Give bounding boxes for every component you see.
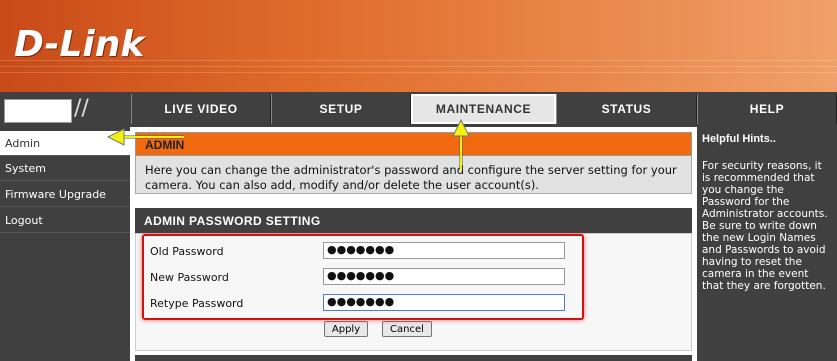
admin-section-header: ADMIN xyxy=(135,132,692,156)
tab-maintenance[interactable]: MAINTENANCE xyxy=(411,94,556,124)
header-banner: D-Link xyxy=(0,0,837,92)
helpful-hints-panel: Helpful Hints.. For security reasons, it… xyxy=(697,127,837,361)
sidebar-item-logout[interactable]: Logout xyxy=(0,208,130,233)
sidebar-item-system[interactable]: System xyxy=(0,156,130,181)
model-badge: // xyxy=(2,96,130,123)
arrow-icon xyxy=(106,128,184,146)
cancel-button[interactable]: Cancel xyxy=(382,321,432,337)
slash-decoration: // xyxy=(74,96,89,121)
admin-description: Here you can change the administrator's … xyxy=(135,156,692,194)
apply-button[interactable]: Apply xyxy=(324,321,368,337)
highlight-box xyxy=(142,234,584,320)
tab-help[interactable]: HELP xyxy=(697,94,837,124)
dlink-logo: D-Link xyxy=(14,24,145,65)
sidebar-item-firmware-upgrade[interactable]: Firmware Upgrade xyxy=(0,182,130,207)
model-box xyxy=(4,99,72,123)
left-sidebar: Admin System Firmware Upgrade Logout xyxy=(0,127,130,361)
hints-title: Helpful Hints.. xyxy=(702,133,776,145)
hints-text: For security reasons, it is recommended … xyxy=(702,160,828,292)
arrow-icon xyxy=(452,118,470,170)
password-section-header: ADMIN PASSWORD SETTING xyxy=(135,208,692,233)
section-footer-bar xyxy=(135,355,692,361)
password-section-title: ADMIN PASSWORD SETTING xyxy=(144,214,321,228)
tab-status[interactable]: STATUS xyxy=(556,94,697,124)
tab-live-video[interactable]: LIVE VIDEO xyxy=(131,94,271,124)
tab-setup[interactable]: SETUP xyxy=(271,94,411,124)
